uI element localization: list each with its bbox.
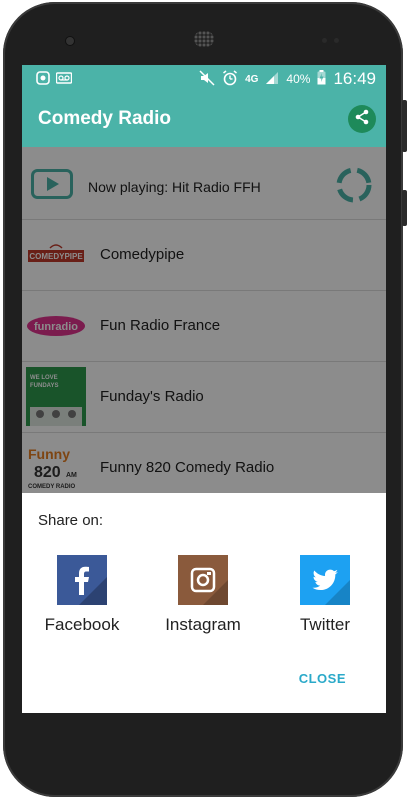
phone-frame: 4G 40% 16:49 Comedy Radio Now playing: H… xyxy=(0,0,408,800)
app-bar: Comedy Radio xyxy=(22,92,386,147)
share-option-facebook[interactable]: Facebook xyxy=(27,555,137,645)
instagram-icon[interactable] xyxy=(178,555,228,605)
share-sheet-title: Share on: xyxy=(38,512,104,529)
light-sensor xyxy=(334,38,339,43)
share-option-label: Instagram xyxy=(165,615,241,634)
facebook-icon[interactable] xyxy=(57,555,107,605)
earpiece-speaker xyxy=(194,31,214,47)
proximity-sensor xyxy=(322,38,327,43)
share-icon xyxy=(354,109,370,130)
battery-percent: 40% xyxy=(286,72,311,86)
status-time: 16:49 xyxy=(333,69,376,88)
battery-charging-icon xyxy=(317,70,326,88)
front-camera xyxy=(66,37,74,45)
share-option-twitter[interactable]: Twitter xyxy=(270,555,380,645)
share-sheet: Share on: Facebook Instagram Twitter CLO… xyxy=(22,493,386,713)
close-button[interactable]: CLOSE xyxy=(299,671,346,686)
status-bar: 4G 40% 16:49 xyxy=(22,65,386,92)
volume-button xyxy=(402,100,407,152)
twitter-icon[interactable] xyxy=(300,555,350,605)
alarm-icon xyxy=(222,69,238,89)
share-button[interactable] xyxy=(348,105,376,133)
share-option-label: Facebook xyxy=(44,615,120,634)
notification-app-icon xyxy=(36,71,50,90)
signal-icon xyxy=(265,71,279,88)
network-type-label: 4G xyxy=(245,73,259,85)
share-option-label: Twitter xyxy=(299,615,351,634)
app-title: Comedy Radio xyxy=(38,108,172,129)
voicemail-icon xyxy=(55,71,73,90)
mute-icon xyxy=(199,69,215,89)
screen: 4G 40% 16:49 Comedy Radio Now playing: H… xyxy=(22,65,386,713)
power-button xyxy=(402,190,407,226)
share-option-instagram[interactable]: Instagram xyxy=(148,555,258,645)
